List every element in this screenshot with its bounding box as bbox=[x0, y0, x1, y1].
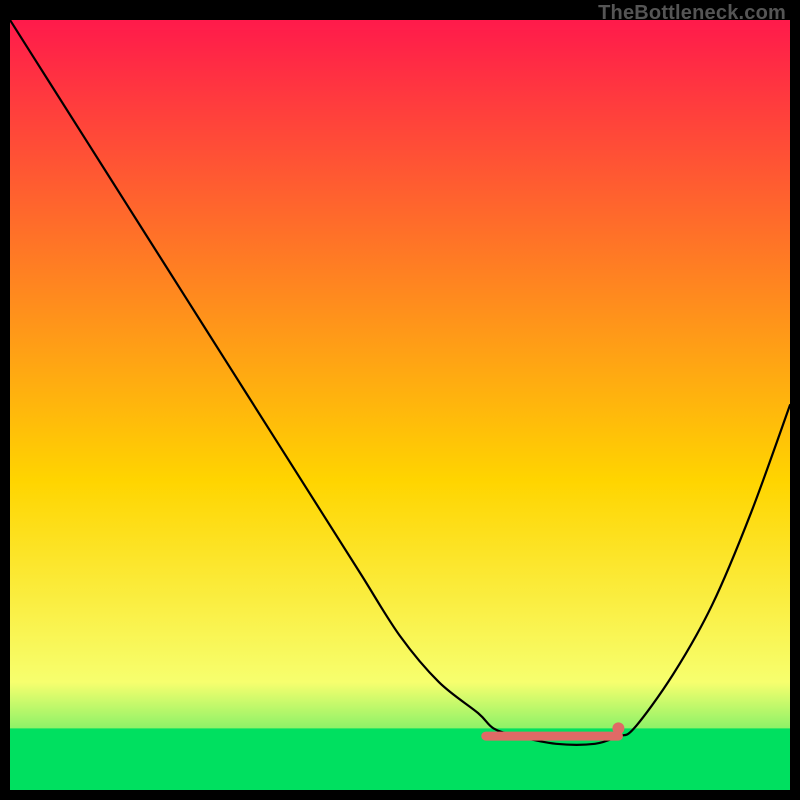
green-band bbox=[10, 728, 790, 790]
optimal-end-dot bbox=[612, 722, 624, 734]
bottleneck-chart bbox=[10, 20, 790, 790]
chart-frame bbox=[10, 20, 790, 790]
